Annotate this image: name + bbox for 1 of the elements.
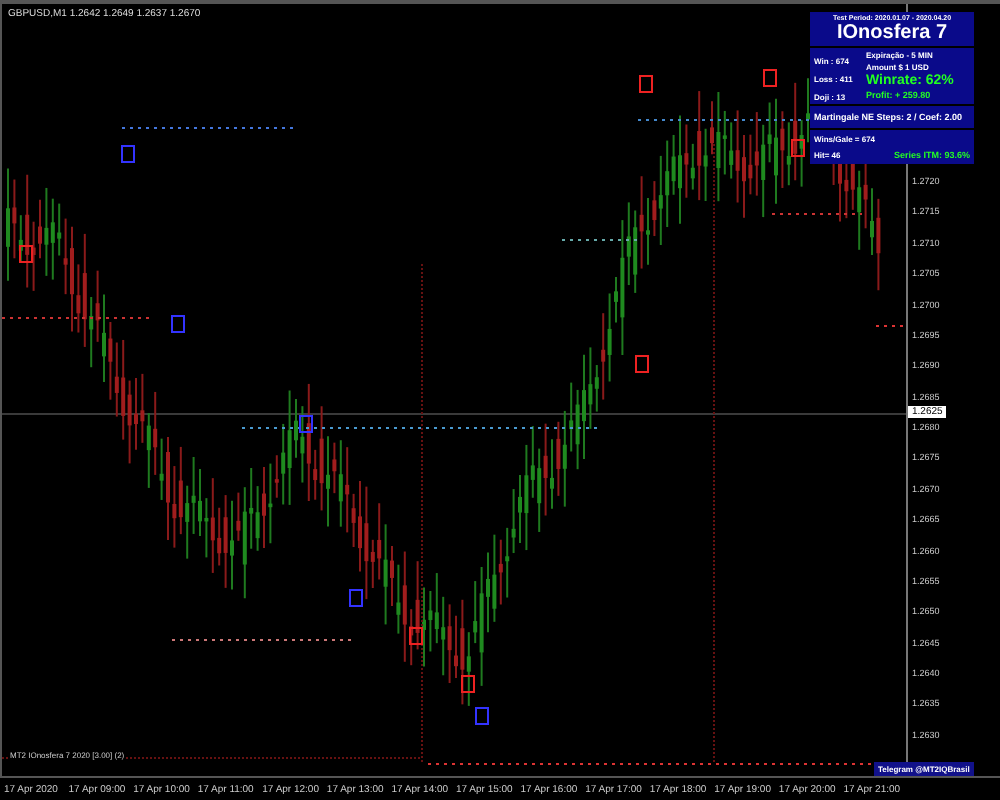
panel-title: IOnosfera 7 — [836, 22, 948, 44]
